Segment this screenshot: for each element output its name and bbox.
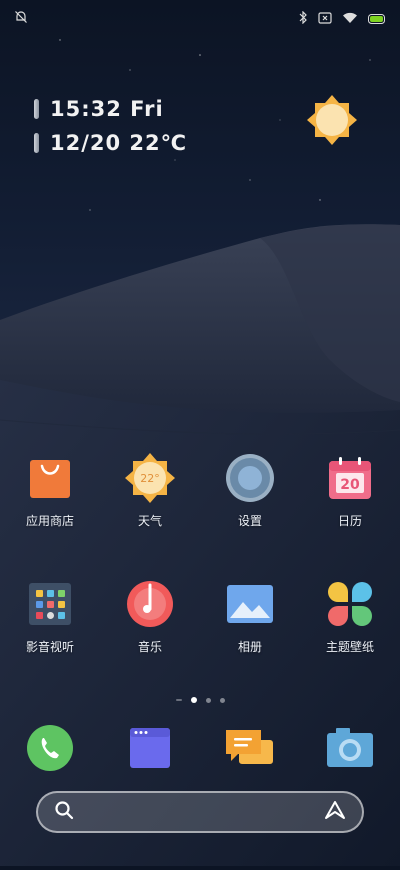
app-calendar[interactable]: 20 日历 xyxy=(300,452,400,529)
clock-widget[interactable]: 15:32 Fri 12/20 22℃ xyxy=(34,92,187,160)
app-label: 主题壁纸 xyxy=(325,640,374,654)
page-dot-minus-one[interactable] xyxy=(175,699,182,701)
app-label: 日历 xyxy=(337,514,362,528)
app-settings[interactable]: 设置 xyxy=(200,452,300,529)
app-label: 影音视听 xyxy=(25,640,74,654)
sun-icon[interactable] xyxy=(306,94,358,146)
app-music[interactable]: 音乐 xyxy=(100,578,200,655)
calendar-day-badge: 20 xyxy=(340,477,360,493)
page-indicator xyxy=(0,697,400,703)
weather-sun-icon: 22° xyxy=(124,452,176,504)
page-dot[interactable] xyxy=(205,697,211,703)
battery-icon xyxy=(368,9,386,28)
app-label: 应用商店 xyxy=(25,514,74,528)
clock-date-temp: 12/20 22℃ xyxy=(50,131,188,155)
app-label: 相册 xyxy=(237,640,262,654)
app-media[interactable]: 影音视听 xyxy=(0,578,100,655)
calendar-icon: 20 xyxy=(324,452,376,504)
dock-browser[interactable] xyxy=(100,722,200,774)
search-bar[interactable] xyxy=(36,791,364,833)
dock xyxy=(0,722,400,774)
app-label: 天气 xyxy=(137,514,162,528)
sim-x-icon xyxy=(318,9,332,28)
app-row-1: 应用商店 22° 天气 设置 20 日历 xyxy=(0,452,400,529)
messages-icon xyxy=(224,722,276,774)
search-icon[interactable] xyxy=(54,800,74,824)
assistant-icon[interactable] xyxy=(324,800,346,824)
bell-muted-icon xyxy=(14,9,28,28)
themes-petal-icon xyxy=(324,578,376,630)
clock-time: 15:32 Fri xyxy=(50,97,164,121)
browser-icon xyxy=(124,722,176,774)
bluetooth-icon xyxy=(299,9,308,28)
weather-temp-badge: 22° xyxy=(140,472,160,485)
app-gallery[interactable]: 相册 xyxy=(200,578,300,655)
status-bar xyxy=(0,0,400,36)
wifi-icon xyxy=(342,9,358,28)
gear-icon xyxy=(224,452,276,504)
app-store[interactable]: 应用商店 xyxy=(0,452,100,529)
clock-accent-bar xyxy=(34,99,39,119)
clock-accent-bar xyxy=(34,133,39,153)
page-dot-active[interactable] xyxy=(190,697,197,703)
dock-messages[interactable] xyxy=(200,722,300,774)
shopping-bag-icon xyxy=(24,452,76,504)
music-icon xyxy=(124,578,176,630)
app-row-2: 影音视听 音乐 相册 主题壁纸 xyxy=(0,578,400,655)
app-weather[interactable]: 22° 天气 xyxy=(100,452,200,529)
app-label: 音乐 xyxy=(137,640,162,654)
page-dot[interactable] xyxy=(219,697,225,703)
dock-phone[interactable] xyxy=(0,722,100,774)
camera-icon xyxy=(324,722,376,774)
dock-camera[interactable] xyxy=(300,722,400,774)
app-themes[interactable]: 主题壁纸 xyxy=(300,578,400,655)
app-label: 设置 xyxy=(237,514,262,528)
phone-icon xyxy=(24,722,76,774)
media-grid-icon xyxy=(24,578,76,630)
gallery-icon xyxy=(224,578,276,630)
